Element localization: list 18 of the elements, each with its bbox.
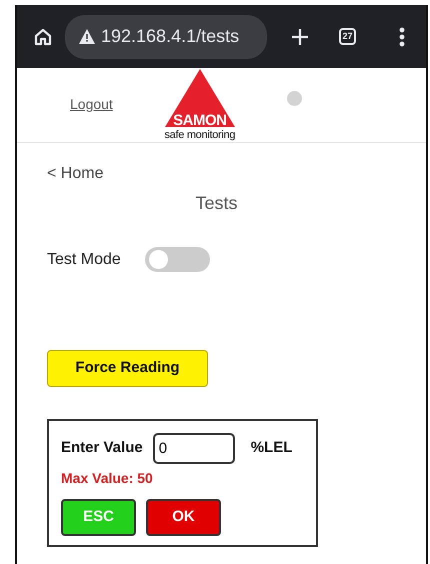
- address-bar[interactable]: 192.168.4.1/tests: [65, 14, 267, 58]
- value-label: Enter Value: [61, 438, 143, 458]
- plus-icon[interactable]: [291, 28, 309, 46]
- max-value-hint: Max Value: 50: [61, 469, 154, 488]
- unit-label: %LEL: [250, 438, 292, 458]
- home-icon[interactable]: [33, 26, 53, 46]
- tab-count-button[interactable]: 27: [339, 28, 356, 45]
- force-reading-button[interactable]: Force Reading: [47, 350, 208, 387]
- page-title: Tests: [194, 192, 238, 215]
- value-input[interactable]: 0: [152, 433, 235, 464]
- test-mode-label: Test Mode: [47, 250, 121, 270]
- status-dot: [286, 90, 302, 106]
- logout-link[interactable]: Logout: [70, 94, 113, 114]
- home-link[interactable]: < Home: [47, 162, 104, 186]
- menu-icon[interactable]: [399, 26, 405, 46]
- test-mode-toggle[interactable]: [144, 247, 210, 272]
- warning-icon: [79, 29, 95, 44]
- ok-button[interactable]: OK: [146, 499, 221, 536]
